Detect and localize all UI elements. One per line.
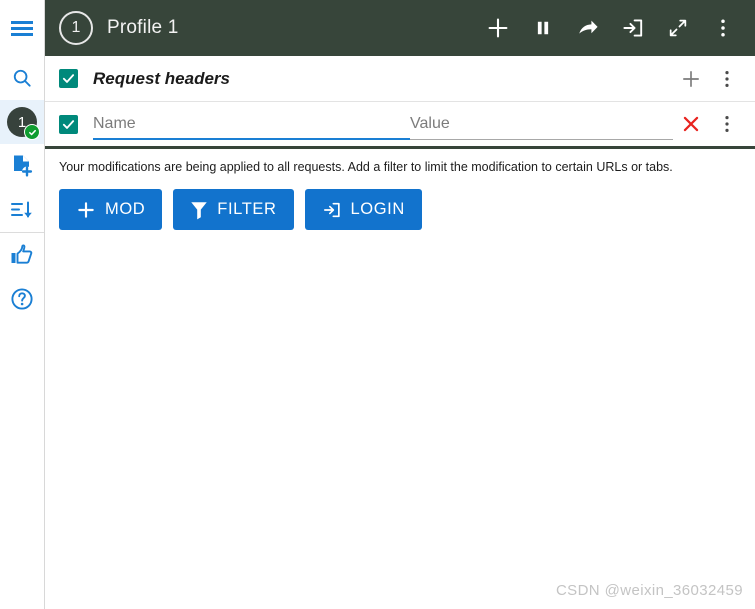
- header-row-menu-button[interactable]: [709, 104, 745, 144]
- status-check-icon: [24, 124, 40, 140]
- close-x-icon: [683, 116, 699, 132]
- sidebar-item-help[interactable]: [0, 277, 44, 321]
- add-filter-button[interactable]: FILTER: [173, 189, 294, 230]
- content-canvas: CSDN @weixin_36032459: [45, 230, 755, 609]
- sign-in-button[interactable]: [610, 6, 655, 51]
- document-add-icon: [14, 155, 33, 177]
- profile-number: 1: [59, 11, 93, 45]
- watermark: CSDN @weixin_36032459: [555, 582, 743, 599]
- header-value-input[interactable]: [410, 112, 673, 136]
- header-enabled-checkbox[interactable]: [59, 114, 78, 134]
- add-filter-label: FILTER: [217, 200, 277, 219]
- plus-icon: [78, 201, 94, 218]
- plus-icon: [683, 70, 699, 87]
- kebab-menu-icon: [725, 116, 729, 132]
- profile-name: Profile 1: [107, 17, 179, 38]
- add-mod-label: MOD: [105, 200, 146, 219]
- check-glyph: [28, 129, 36, 135]
- info-message: Your modifications are being applied to …: [59, 160, 673, 174]
- login-label: LOGIN: [350, 200, 405, 219]
- page-title: Request headers: [93, 68, 230, 88]
- add-mod-button[interactable]: MOD: [59, 189, 163, 230]
- header-value-field[interactable]: [410, 110, 673, 140]
- toolbar-actions: [475, 6, 745, 51]
- plus-icon: [488, 18, 507, 38]
- thumbs-up-icon: [11, 244, 33, 264]
- help-circle-icon: [11, 288, 33, 310]
- add-header-button[interactable]: [673, 59, 709, 99]
- section-enabled-checkbox[interactable]: [59, 69, 78, 88]
- header-name-field[interactable]: [93, 110, 410, 140]
- action-buttons: MOD FILTER LOGIN: [59, 189, 741, 230]
- hamburger-menu-button[interactable]: [0, 0, 44, 56]
- header-name-input[interactable]: [93, 112, 410, 136]
- info-block: Your modifications are being applied to …: [45, 149, 755, 230]
- header-fields: [93, 110, 673, 140]
- search-icon: [13, 69, 31, 87]
- sidebar-item-rate[interactable]: [0, 233, 44, 277]
- check-icon: [62, 119, 75, 129]
- sign-in-icon: [622, 19, 642, 37]
- add-profile-button[interactable]: [475, 6, 520, 51]
- main-column: 1 Profile 1 Request headers Name Value Y…: [45, 0, 755, 609]
- sidebar-item-search[interactable]: [0, 56, 44, 100]
- profile-toolbar: 1 Profile 1: [45, 0, 755, 56]
- sidebar-item-sort[interactable]: [0, 188, 44, 232]
- pause-icon: [537, 21, 548, 35]
- pause-button[interactable]: [520, 6, 565, 51]
- login-button[interactable]: LOGIN: [304, 189, 422, 230]
- extension-popup: 1 1 Profile 1 Request headers Name Value…: [0, 0, 755, 609]
- profile-badge-icon: 1: [7, 107, 40, 140]
- toolbar-menu-button[interactable]: [700, 6, 745, 51]
- funnel-icon: [191, 201, 208, 219]
- hamburger-menu-icon: [11, 18, 33, 39]
- header-entry-row: [45, 102, 755, 146]
- profile-chip[interactable]: 1 Profile 1: [59, 11, 179, 45]
- sign-in-icon: [323, 202, 340, 217]
- sidebar-item-new-profile[interactable]: [0, 144, 44, 188]
- section-header: Request headers: [45, 56, 755, 102]
- kebab-menu-icon: [725, 70, 729, 87]
- kebab-menu-icon: [720, 19, 725, 37]
- sort-descending-icon: [11, 201, 32, 218]
- section-menu-button[interactable]: [709, 59, 745, 99]
- left-rail: 1: [0, 0, 45, 609]
- check-icon: [62, 74, 75, 83]
- sidebar-item-profile-1[interactable]: 1: [0, 100, 44, 144]
- share-button[interactable]: [565, 6, 610, 51]
- value-underline: [410, 139, 673, 140]
- share-arrow-icon: [578, 20, 598, 34]
- expand-button[interactable]: [655, 6, 700, 51]
- expand-icon: [669, 19, 686, 37]
- name-underline: [93, 138, 410, 140]
- remove-header-button[interactable]: [673, 104, 709, 144]
